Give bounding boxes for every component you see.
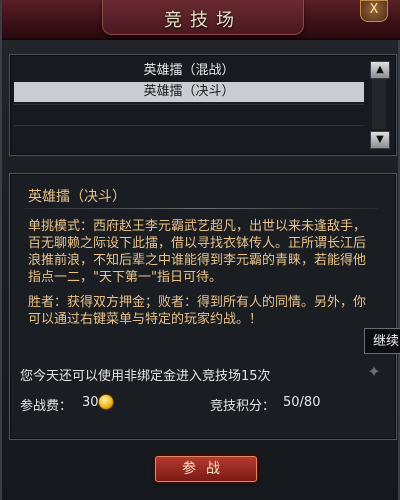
mode-description: 单挑模式：西府赵王李元霸武艺超凡，出世以来未逢敌手，百无聊赖之际设下此擂，借以寻… — [28, 219, 367, 285]
continue-tab[interactable]: 继续 — [364, 328, 400, 354]
detail-body: 单挑模式：西府赵王李元霸武艺超凡，出世以来未逢敌手，百无聊赖之际设下此擂，借以寻… — [28, 218, 378, 336]
entry-fee-label: 参战费： — [20, 399, 73, 414]
arena-list: 英雄擂（混战） 英雄擂（决斗） ▲ ▼ — [9, 54, 397, 156]
arena-score-label: 竞技积分： — [210, 399, 276, 414]
title-bar: 竞技场 X — [2, 0, 400, 40]
scroll-down-button[interactable]: ▼ — [370, 131, 390, 149]
title-plate: 竞技场 — [102, 0, 304, 35]
list-divider — [14, 125, 364, 126]
arrow-down-icon: ▼ — [376, 134, 384, 145]
list-item-duel[interactable]: 英雄擂（决斗） — [14, 82, 364, 102]
arena-score-value: 50/80 — [283, 395, 321, 410]
window-title: 竞技场 — [164, 10, 242, 31]
entry-fee-value: 30 — [82, 395, 99, 410]
arena-window: 竞技场 X 英雄擂（混战） 英雄擂（决斗） ▲ ▼ 英雄擂（决斗） 单挑模式：西… — [0, 0, 400, 500]
list-item-melee[interactable]: 英雄擂（混战） — [14, 61, 364, 81]
scroll-up-button[interactable]: ▲ — [370, 61, 390, 79]
result-description: 胜者：获得双方押金；败者：得到所有人的同情。另外，你可以通过右键菜单与特定的玩家… — [28, 295, 367, 327]
heading-divider — [24, 208, 378, 209]
star-icon[interactable]: ✦ — [366, 364, 382, 380]
scrollbar-track[interactable] — [372, 79, 386, 129]
list-divider — [14, 104, 364, 105]
close-button[interactable]: X — [360, 0, 388, 22]
remaining-entries-text: 您今天还可以使用非绑定金进入竞技场15次 — [20, 369, 271, 384]
arrow-up-icon: ▲ — [376, 64, 384, 75]
detail-heading: 英雄擂（决斗） — [28, 189, 126, 205]
gold-coin-icon — [98, 394, 114, 410]
join-battle-button[interactable]: 参战 — [155, 456, 257, 482]
